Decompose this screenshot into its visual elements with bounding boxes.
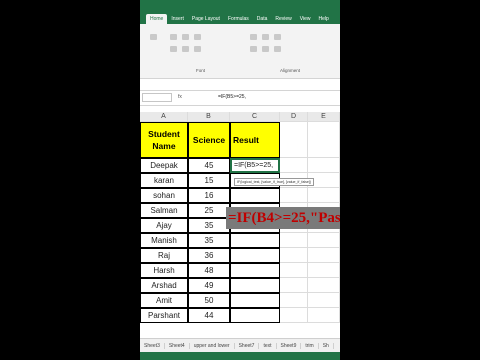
science-cell[interactable]: 35 (188, 233, 230, 248)
left-black-bar (0, 0, 140, 360)
function-tooltip: IF(logical_test, [value_if_true], [value… (234, 178, 315, 186)
fill-color-icon[interactable] (182, 46, 189, 52)
tab-home[interactable]: Home (146, 14, 168, 24)
student-name-cell[interactable]: Arshad (140, 278, 188, 293)
science-cell[interactable]: 15 (188, 173, 230, 188)
font-color-icon[interactable] (194, 46, 201, 52)
header-science[interactable]: Science (188, 122, 230, 158)
tab-data[interactable]: Data (253, 14, 272, 24)
align-top-icon[interactable] (250, 34, 257, 40)
column-header-e[interactable]: E (308, 112, 340, 122)
table-row: Harsh 48 (140, 263, 340, 278)
column-header-row: A B C D E (140, 112, 340, 122)
student-name-cell[interactable]: Manish (140, 233, 188, 248)
result-cell[interactable] (230, 248, 280, 263)
student-name-cell[interactable]: Harsh (140, 263, 188, 278)
science-cell[interactable]: 49 (188, 278, 230, 293)
student-name-cell[interactable]: Amit (140, 293, 188, 308)
result-cell-active[interactable]: =IF(B5>=25, (230, 158, 280, 173)
merge-center-icon[interactable] (274, 46, 281, 52)
result-cell[interactable] (230, 308, 280, 323)
sheet-tab[interactable]: Sheet3 (140, 343, 165, 349)
ribbon-tabs: Home Insert Page Layout Formulas Data Re… (140, 10, 340, 24)
right-black-bar (340, 0, 480, 360)
name-box[interactable] (142, 93, 172, 102)
font-italic-icon[interactable] (182, 34, 189, 40)
sheet-tab[interactable]: Sheet9 (277, 343, 302, 349)
table-row: Manish 35 (140, 233, 340, 248)
status-bar (140, 352, 340, 360)
header-result[interactable]: Result (230, 122, 280, 158)
sheet-tab-bar: Sheet3 Sheet4 upper and lower Sheet7 tex… (140, 338, 340, 353)
sheet-tab[interactable]: Sheet7 (235, 343, 260, 349)
column-header-a[interactable]: A (140, 112, 188, 122)
border-icon[interactable] (170, 46, 177, 52)
sheet-tab[interactable]: Sheet4 (165, 343, 190, 349)
formula-overlay-banner: =IF(B4>=25,"Pass","Fa (226, 207, 340, 229)
title-bar (140, 0, 340, 10)
column-header-c[interactable]: C (230, 112, 280, 122)
table-row: sohan 16 (140, 188, 340, 203)
science-cell[interactable]: 36 (188, 248, 230, 263)
science-cell[interactable]: 50 (188, 293, 230, 308)
column-header-b[interactable]: B (188, 112, 230, 122)
font-bold-icon[interactable] (170, 34, 177, 40)
result-cell[interactable] (230, 278, 280, 293)
student-name-cell[interactable]: Ajay (140, 218, 188, 233)
align-middle-icon[interactable] (262, 34, 269, 40)
tab-help[interactable]: Help (315, 14, 333, 24)
align-center-icon[interactable] (262, 46, 269, 52)
result-cell[interactable] (230, 233, 280, 248)
column-header-d[interactable]: D (280, 112, 308, 122)
wrap-text-icon[interactable] (274, 34, 281, 40)
result-cell[interactable] (230, 263, 280, 278)
tab-view[interactable]: View (296, 14, 315, 24)
header-student-name[interactable]: Student Name (140, 122, 188, 158)
tab-formulas[interactable]: Formulas (224, 14, 253, 24)
table-row: Raj 36 (140, 248, 340, 263)
result-cell[interactable] (230, 293, 280, 308)
paste-icon[interactable] (150, 34, 157, 40)
sheet-tab[interactable]: trim (301, 343, 319, 349)
table-row: Deepak 45 =IF(B5>=25, (140, 158, 340, 173)
sheet-tab[interactable]: upper and lower (190, 343, 235, 349)
student-name-cell[interactable]: Raj (140, 248, 188, 263)
science-cell[interactable]: 25 (188, 203, 230, 218)
font-underline-icon[interactable] (194, 34, 201, 40)
ribbon-panel: Font Alignment (140, 24, 340, 79)
table-row: Parshant 44 (140, 308, 340, 323)
science-cell[interactable]: 45 (188, 158, 230, 173)
student-name-cell[interactable]: sohan (140, 188, 188, 203)
formula-bar: fx =IF(B5>=25, (140, 90, 340, 106)
science-cell[interactable]: 44 (188, 308, 230, 323)
sheet-tab[interactable]: text (259, 343, 277, 349)
tab-review[interactable]: Review (271, 14, 295, 24)
table-row: Arshad 49 (140, 278, 340, 293)
tab-insert[interactable]: Insert (167, 14, 188, 24)
align-left-icon[interactable] (250, 46, 257, 52)
formula-input[interactable]: =IF(B5>=25, (218, 94, 246, 100)
student-name-cell[interactable]: Salman (140, 203, 188, 218)
student-name-cell[interactable]: karan (140, 173, 188, 188)
student-name-cell[interactable]: Deepak (140, 158, 188, 173)
fx-icon[interactable]: fx (178, 94, 182, 100)
table-row: Amit 50 (140, 293, 340, 308)
student-name-cell[interactable]: Parshant (140, 308, 188, 323)
result-cell[interactable] (230, 188, 280, 203)
sheet-tab[interactable]: Sh (319, 343, 334, 349)
alignment-group-label: Alignment (280, 68, 301, 73)
tab-page-layout[interactable]: Page Layout (188, 14, 224, 24)
font-group-label: Font (196, 68, 206, 73)
table-header-row: Student Name Science Result (140, 122, 340, 158)
overlay-formula-text: =IF(B4>=25,"Pass","Fa (228, 210, 340, 226)
science-cell[interactable]: 48 (188, 263, 230, 278)
science-cell[interactable]: 16 (188, 188, 230, 203)
science-cell[interactable]: 35 (188, 218, 230, 233)
